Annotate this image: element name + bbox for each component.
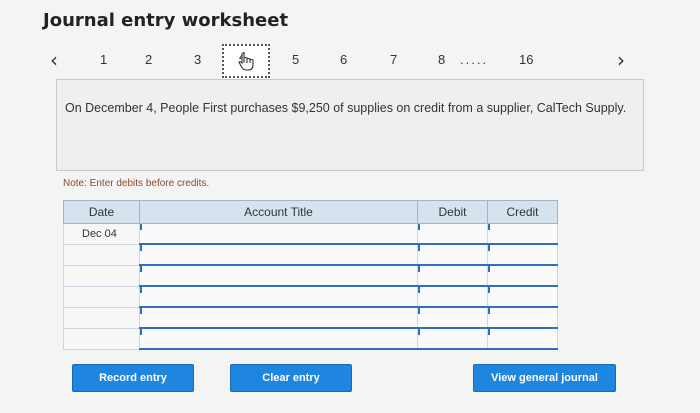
page-navigator: ‹ 1 2 3 4 5 6 7 8 ..... 16 › <box>0 44 700 78</box>
debit-input[interactable] <box>417 306 488 329</box>
debit-input[interactable] <box>417 243 488 266</box>
page-8[interactable]: 8 <box>438 52 445 67</box>
table-row <box>63 285 558 308</box>
page-1[interactable]: 1 <box>100 52 107 67</box>
date-cell[interactable] <box>63 264 140 287</box>
pager-ellipsis: ..... <box>460 52 489 67</box>
account-title-input[interactable] <box>139 243 418 266</box>
page-6[interactable]: 6 <box>340 52 347 67</box>
table-row <box>63 243 558 266</box>
column-header-credit: Credit <box>487 200 558 224</box>
date-cell[interactable] <box>63 306 140 329</box>
credit-input[interactable] <box>487 306 558 329</box>
table-row <box>63 264 558 287</box>
date-cell[interactable] <box>63 285 140 308</box>
column-header-debit: Debit <box>417 200 488 224</box>
page-7[interactable]: 7 <box>390 52 397 67</box>
credit-input[interactable] <box>487 243 558 266</box>
record-entry-button[interactable]: Record entry <box>72 364 194 392</box>
page-4-active[interactable]: 4 <box>222 44 270 78</box>
account-title-input[interactable] <box>139 306 418 329</box>
hand-cursor-icon <box>238 52 254 71</box>
credit-input[interactable] <box>487 264 558 287</box>
credit-input[interactable] <box>487 223 558 245</box>
instruction-note: Note: Enter debits before credits. <box>63 178 210 189</box>
column-header-date: Date <box>63 200 140 224</box>
date-cell[interactable] <box>63 327 140 350</box>
debit-input[interactable] <box>417 264 488 287</box>
column-header-account-title: Account Title <box>139 200 418 224</box>
page-5[interactable]: 5 <box>292 52 299 67</box>
table-row: Dec 04 <box>63 223 558 245</box>
account-title-input[interactable] <box>139 285 418 308</box>
debit-input[interactable] <box>417 285 488 308</box>
page-2[interactable]: 2 <box>145 52 152 67</box>
chevron-left-icon[interactable]: ‹ <box>50 48 58 72</box>
account-title-input[interactable] <box>139 264 418 287</box>
view-general-journal-button[interactable]: View general journal <box>473 364 616 392</box>
transaction-text: On December 4, People First purchases $9… <box>65 101 627 115</box>
table-header-row: Date Account Title Debit Credit <box>63 200 558 224</box>
credit-input[interactable] <box>487 285 558 308</box>
page-title: Journal entry worksheet <box>43 10 289 31</box>
clear-entry-button[interactable]: Clear entry <box>230 364 352 392</box>
debit-input[interactable] <box>417 327 488 350</box>
page-16[interactable]: 16 <box>519 52 533 67</box>
table-row <box>63 306 558 329</box>
date-cell[interactable] <box>63 243 140 266</box>
account-title-input[interactable] <box>139 223 418 245</box>
chevron-right-icon[interactable]: › <box>617 48 625 72</box>
debit-input[interactable] <box>417 223 488 245</box>
credit-input[interactable] <box>487 327 558 350</box>
page-3[interactable]: 3 <box>194 52 201 67</box>
account-title-input[interactable] <box>139 327 418 350</box>
table-row <box>63 327 558 350</box>
transaction-description: On December 4, People First purchases $9… <box>56 79 644 171</box>
date-cell[interactable]: Dec 04 <box>63 223 140 245</box>
journal-table: Date Account Title Debit Credit Dec 04 <box>63 200 558 350</box>
